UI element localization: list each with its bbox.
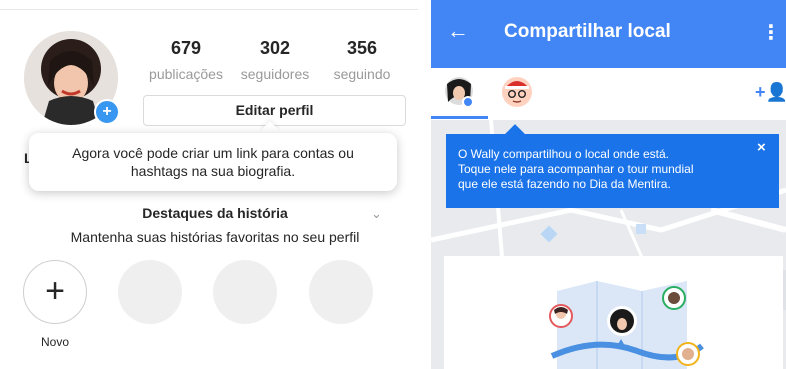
edit-profile-button[interactable]: Editar perfil — [143, 95, 406, 126]
followers-label-wrap: seguidores — [227, 58, 323, 83]
new-highlight-label: Novo — [40, 335, 69, 349]
following-label-wrap: seguindo — [316, 58, 408, 83]
page-title: Compartilhar local — [504, 21, 671, 42]
bio-link-tooltip[interactable]: Agora você pode criar um link para conta… — [29, 133, 397, 191]
back-arrow-icon[interactable]: ← — [447, 18, 469, 44]
info-line-1: O Wally compartilhou o local onde está. — [458, 147, 669, 161]
new-highlight-button[interactable]: + — [23, 260, 87, 324]
following-label: seguindo — [333, 66, 391, 82]
stat-posts[interactable]: 679 — [156, 38, 216, 58]
add-person-icon[interactable]: +👤 — [755, 82, 786, 103]
tooltip-line-2: hashtags na sua biografia. — [130, 163, 296, 179]
close-icon[interactable]: × — [757, 139, 766, 156]
highlights-subtitle: Mantenha suas histórias favoritas no seu… — [70, 229, 360, 245]
location-share-info-card[interactable]: O Wally compartilhou o local onde está. … — [446, 134, 779, 208]
followers-count: 302 — [259, 38, 291, 58]
highlight-placeholder — [213, 260, 277, 324]
stat-followers[interactable]: 302 — [245, 38, 305, 58]
add-story-badge[interactable]: + — [94, 99, 120, 125]
posts-label: publicações — [149, 66, 223, 82]
highlights-title: Destaques da história — [142, 205, 288, 221]
more-options-icon[interactable]: ⋮ — [761, 20, 781, 45]
wally-avatar-icon[interactable] — [501, 76, 533, 108]
user-avatar-icon[interactable] — [444, 76, 474, 108]
highlight-placeholder — [118, 260, 182, 324]
following-count: 356 — [346, 38, 378, 58]
posts-count: 679 — [170, 38, 202, 58]
posts-label-wrap: publicações — [138, 58, 234, 83]
stat-following[interactable]: 356 — [332, 38, 392, 58]
followers-label: seguidores — [240, 66, 310, 82]
highlight-placeholder — [309, 260, 373, 324]
chevron-down-icon[interactable]: ⌄ — [371, 206, 382, 222]
info-line-3: que ele está fazendo no Dia da Mentira. — [458, 177, 671, 191]
onboarding-card — [444, 256, 783, 369]
instagram-profile-panel: + 679 302 356 publicações seguidores seg… — [0, 0, 418, 369]
maps-share-panel: ← Compartilhar local ⋮ +👤 O Wally compar — [431, 0, 786, 369]
info-line-2: Toque nele para acompanhar o tour mundia… — [458, 162, 694, 176]
top-divider — [0, 9, 418, 10]
tooltip-line-1: Agora você pode criar um link para conta… — [72, 145, 354, 161]
active-tab-indicator — [431, 116, 488, 119]
people-tab-bar — [431, 68, 786, 120]
map-illustration-icon — [549, 281, 704, 369]
